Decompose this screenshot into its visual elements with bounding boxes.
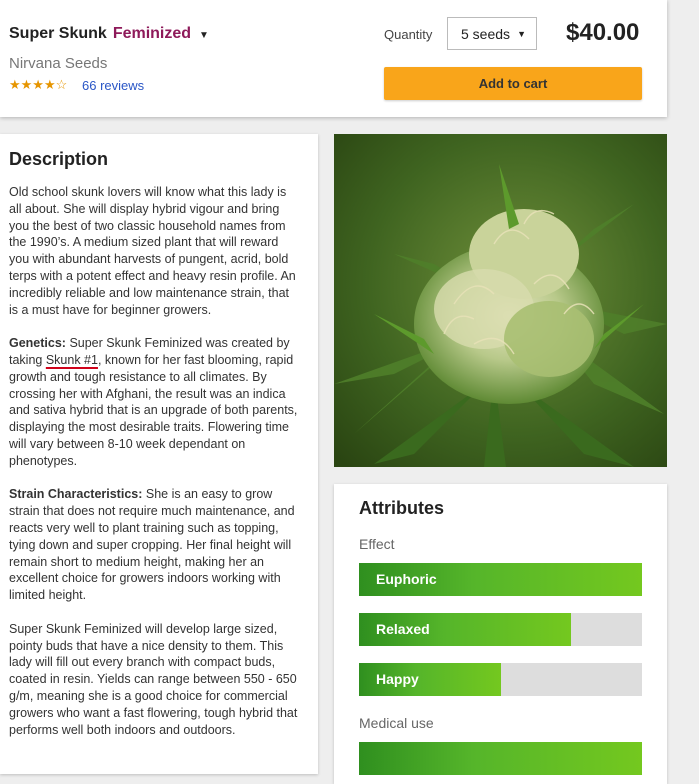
quantity-select[interactable]: 5 seeds ▼ <box>447 17 537 50</box>
description-paragraph: Old school skunk lovers will know what t… <box>9 185 296 317</box>
medical-bar-fill <box>359 742 642 775</box>
effect-bar-relaxed: Relaxed <box>359 613 642 646</box>
chevron-down-icon: ▼ <box>517 29 526 39</box>
effect-bar-euphoric: Euphoric <box>359 563 642 596</box>
product-header: Super Skunk Feminized ▼ Nirvana Seeds ★★★★… <box>0 0 667 117</box>
add-to-cart-button[interactable]: Add to cart <box>384 67 642 100</box>
cannabis-bud-image <box>334 134 667 467</box>
strain-paragraph: Strain Characteristics: She is an easy t… <box>9 486 299 604</box>
effect-bar-label: Relaxed <box>376 621 430 637</box>
description-card: Description Old school skunk lovers will… <box>0 134 318 774</box>
quantity-label: Quantity <box>384 27 433 42</box>
quantity-value: 5 seeds <box>461 26 511 42</box>
reviews-link[interactable]: 66 reviews <box>82 78 144 93</box>
description-body: Old school skunk lovers will know what t… <box>9 184 299 755</box>
genetics-text-rest: , known for her fast blooming, rapid gro… <box>9 352 298 468</box>
product-image[interactable] <box>334 134 667 467</box>
medical-bar <box>359 742 642 775</box>
product-title[interactable]: Super Skunk Feminized ▼ <box>9 25 209 43</box>
product-variant: Feminized <box>112 25 192 42</box>
description-paragraph: Super Skunk Feminized will develop large… <box>9 621 298 737</box>
effect-bar-label: Happy <box>376 671 419 687</box>
attributes-title: Attributes <box>359 498 444 518</box>
strain-label: Strain Characteristics: <box>9 487 143 502</box>
description-title: Description <box>9 149 109 169</box>
genetics-paragraph: Genetics: Super Skunk Feminized was crea… <box>9 335 299 469</box>
genetics-label: Genetics: <box>9 336 66 351</box>
medical-use-label: Medical use <box>359 715 434 731</box>
skunk-1-link[interactable]: Skunk #1 <box>46 353 98 367</box>
effect-label: Effect <box>359 536 395 552</box>
price: $40.00 <box>566 19 640 46</box>
strain-text: She is an easy to grow strain that does … <box>9 487 295 603</box>
product-name: Super Skunk <box>9 25 107 42</box>
effect-bar-label: Euphoric <box>376 571 437 587</box>
brand-name: Nirvana Seeds <box>9 55 108 72</box>
star-rating-icon: ★★★★☆ <box>9 77 68 92</box>
chevron-down-icon[interactable]: ▼ <box>199 30 209 41</box>
attributes-card: Attributes Effect Euphoric Relaxed Happy… <box>334 484 667 784</box>
effect-bar-happy: Happy <box>359 663 642 696</box>
